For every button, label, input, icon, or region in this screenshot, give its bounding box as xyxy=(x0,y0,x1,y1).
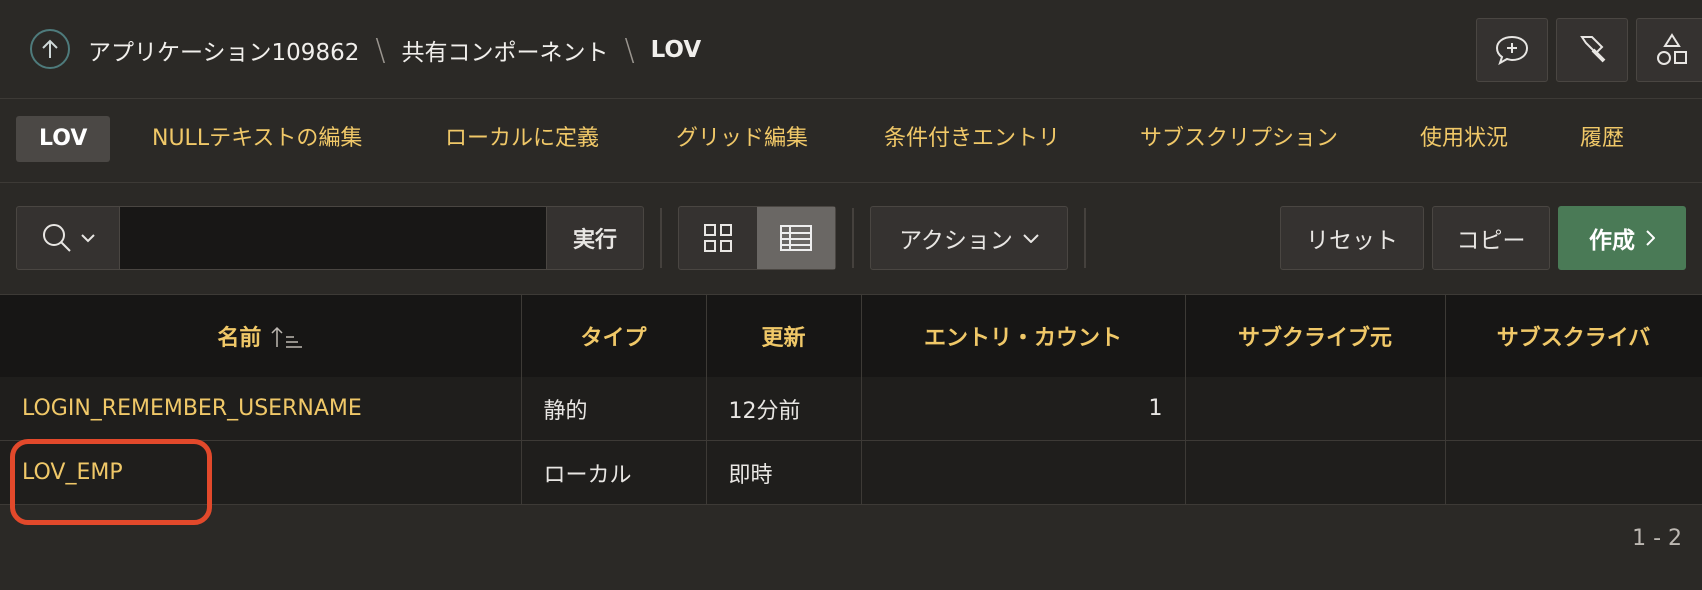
search-bar: 実行 xyxy=(16,206,644,270)
report-view-button[interactable] xyxy=(757,207,835,269)
actions-menu-button[interactable]: アクション xyxy=(870,206,1068,270)
search-icon xyxy=(43,224,71,252)
shapes-button[interactable] xyxy=(1636,18,1702,82)
table-row: LOV_EMP ローカル 即時 xyxy=(0,440,1702,505)
lov-subscribed-from xyxy=(1185,377,1446,441)
lov-type: ローカル xyxy=(521,440,707,505)
report-grid: 名前 タイプ 更新 エントリ・カウント サブクライブ元 サブスクライバ LOGI… xyxy=(0,294,1702,505)
breadcrumb-shared-components[interactable]: 共有コンポーネント xyxy=(401,33,608,67)
header-bar: アプリケーション109862 \ 共有コンポーネント \ LOV xyxy=(0,0,1702,99)
table-row: LOGIN_REMEMBER_USERNAME 静的 12分前 1 xyxy=(0,377,1702,441)
tab-subscription[interactable]: サブスクリプション xyxy=(1140,116,1338,162)
tab-bar: LOV NULLテキストの編集 ローカルに定義 グリッド編集 条件付きエントリ … xyxy=(0,98,1702,183)
lov-updated: 12分前 xyxy=(706,377,862,441)
comment-add-icon xyxy=(1495,35,1529,66)
chevron-down-icon xyxy=(81,234,95,243)
go-button[interactable]: 実行 xyxy=(547,207,643,269)
create-label: 作成 xyxy=(1589,228,1635,254)
tab-conditional-entries[interactable]: 条件付きエントリ xyxy=(884,116,1060,162)
comment-add-button[interactable] xyxy=(1476,18,1548,82)
column-header-label: 名前 xyxy=(217,326,262,351)
flashlight-icon xyxy=(1580,36,1606,63)
chevron-down-icon xyxy=(1023,234,1039,243)
create-button[interactable]: 作成 xyxy=(1558,206,1686,270)
lov-subscribers xyxy=(1445,440,1702,505)
column-header-updated[interactable]: 更新 xyxy=(706,295,862,377)
lov-name-link[interactable]: LOGIN_REMEMBER_USERNAME xyxy=(0,377,522,441)
search-input[interactable] xyxy=(119,207,547,269)
tab-define-local[interactable]: ローカルに定義 xyxy=(445,116,599,162)
column-header-subscribers[interactable]: サブスクライバ xyxy=(1445,295,1702,377)
tab-null-text-edit[interactable]: NULLテキストの編集 xyxy=(152,116,362,162)
divider xyxy=(660,208,662,268)
breadcrumb-separator: \ xyxy=(375,32,386,68)
column-header-entry-count[interactable]: エントリ・カウント xyxy=(861,295,1186,377)
sort-ascending-icon xyxy=(271,326,303,348)
table-view-icon xyxy=(780,225,812,251)
divider xyxy=(1084,208,1086,268)
copy-button[interactable]: コピー xyxy=(1432,206,1550,270)
highlight-annotation xyxy=(10,439,212,525)
report-toolbar: 実行 アクション リセット コピー 作成 xyxy=(0,182,1702,294)
chevron-right-icon xyxy=(1646,230,1655,246)
breadcrumb-separator: \ xyxy=(624,32,635,68)
tab-usage[interactable]: 使用状況 xyxy=(1420,116,1508,162)
tab-history[interactable]: 履歴 xyxy=(1580,116,1624,162)
flashlight-button[interactable] xyxy=(1556,18,1628,82)
column-header-subscribed-from[interactable]: サブクライブ元 xyxy=(1185,295,1446,377)
divider xyxy=(852,208,854,268)
column-header-name[interactable]: 名前 xyxy=(0,295,522,377)
grid-view-icon xyxy=(704,224,732,252)
view-switcher xyxy=(678,206,836,270)
breadcrumb-app[interactable]: アプリケーション109862 xyxy=(88,33,359,67)
icon-view-button[interactable] xyxy=(679,207,757,269)
shapes-icon xyxy=(1657,33,1687,65)
reset-button[interactable]: リセット xyxy=(1280,206,1424,270)
search-column-dropdown[interactable] xyxy=(17,207,119,269)
lov-entry-count: 1 xyxy=(861,377,1186,441)
up-arrow-button[interactable] xyxy=(30,29,70,69)
tab-grid-edit[interactable]: グリッド編集 xyxy=(676,116,808,162)
actions-label: アクション xyxy=(899,228,1013,254)
lov-entry-count xyxy=(861,440,1186,505)
header-row: 名前 タイプ 更新 エントリ・カウント サブクライブ元 サブスクライバ xyxy=(0,295,1702,377)
breadcrumb: アプリケーション109862 \ 共有コンポーネント \ LOV xyxy=(88,32,702,68)
pagination-info: 1 - 2 xyxy=(1632,526,1682,551)
tab-lov[interactable]: LOV xyxy=(16,116,111,162)
lov-subscribers xyxy=(1445,377,1702,441)
arrow-up-icon xyxy=(42,39,58,58)
lov-type: 静的 xyxy=(521,377,707,441)
breadcrumb-current: LOV xyxy=(650,37,702,63)
lov-updated: 即時 xyxy=(706,440,862,505)
lov-subscribed-from xyxy=(1185,440,1446,505)
column-header-type[interactable]: タイプ xyxy=(521,295,707,377)
